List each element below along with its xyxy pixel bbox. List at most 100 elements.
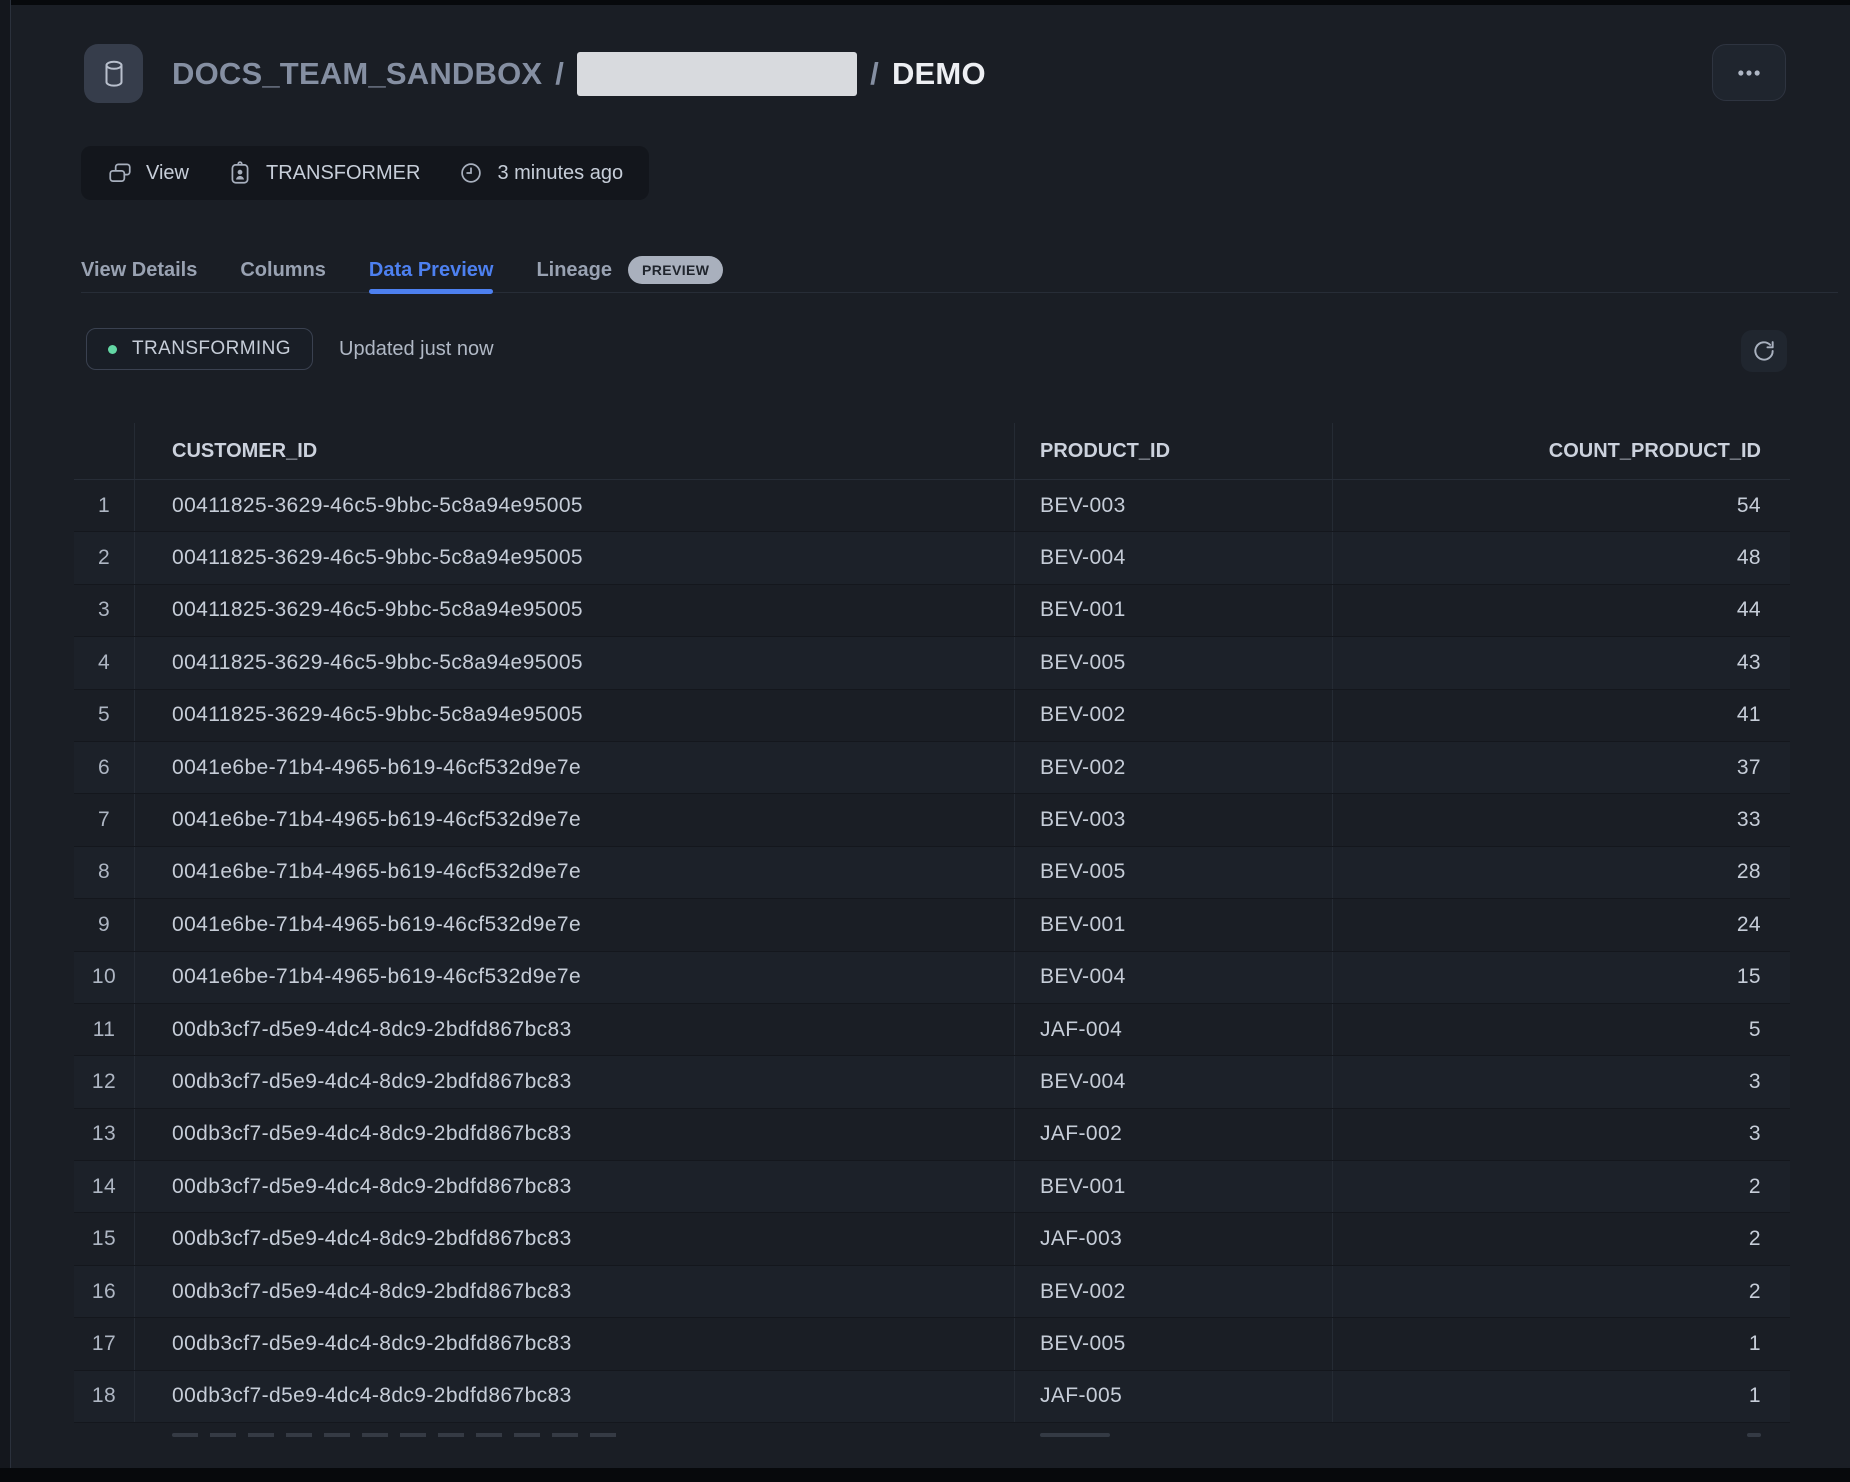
row-number-cell: 18 [74, 1371, 135, 1422]
tab-data-preview[interactable]: Data Preview [369, 247, 494, 293]
tab-label: View Details [81, 259, 197, 282]
row-number-cell: 10 [74, 952, 135, 1003]
count-cell: 48 [1333, 532, 1790, 583]
refresh-icon [1751, 338, 1777, 364]
count-cell: 1 [1333, 1318, 1790, 1369]
table-row: 1600db3cf7-d5e9-4dc4-8dc9-2bdfd867bc83BE… [74, 1266, 1790, 1318]
count-cell: 28 [1333, 847, 1790, 898]
table-row: 1300db3cf7-d5e9-4dc4-8dc9-2bdfd867bc83JA… [74, 1109, 1790, 1161]
count-cell: 1 [1333, 1371, 1790, 1422]
clipped-text [1040, 1433, 1110, 1437]
redacted-schema-name [577, 52, 857, 96]
customer-id-cell: 00db3cf7-d5e9-4dc4-8dc9-2bdfd867bc83 [135, 1004, 1015, 1055]
table-row: 400411825-3629-46c5-9bbc-5c8a94e95005BEV… [74, 637, 1790, 689]
row-number-cell: 14 [74, 1161, 135, 1212]
count-cell: 43 [1333, 637, 1790, 688]
table-row: 100041e6be-71b4-4965-b619-46cf532d9e7eBE… [74, 952, 1790, 1004]
id-badge-icon [227, 160, 253, 186]
column-header-customer-id[interactable]: CUSTOMER_ID [135, 423, 1015, 479]
count-cell: 3 [1333, 1056, 1790, 1107]
count-cell: 44 [1333, 585, 1790, 636]
tab-bar: View Details Columns Data Preview Lineag… [81, 240, 1838, 293]
product-id-cell: BEV-005 [1015, 847, 1333, 898]
count-cell: 15 [1333, 952, 1790, 1003]
product-id-cell: BEV-001 [1015, 1161, 1333, 1212]
breadcrumb-separator: / [555, 56, 564, 92]
breadcrumb: DOCS_TEAM_SANDBOX / / DEMO [172, 52, 986, 96]
row-number-header [74, 423, 135, 479]
customer-id-cell: 00db3cf7-d5e9-4dc4-8dc9-2bdfd867bc83 [135, 1161, 1015, 1212]
table-row: 1100db3cf7-d5e9-4dc4-8dc9-2bdfd867bc83JA… [74, 1004, 1790, 1056]
column-header-product-id[interactable]: PRODUCT_ID [1015, 423, 1333, 479]
table-row: 90041e6be-71b4-4965-b619-46cf532d9e7eBEV… [74, 899, 1790, 951]
breadcrumb-separator: / [870, 56, 879, 92]
object-age-label: 3 minutes ago [497, 162, 623, 185]
product-id-cell: BEV-004 [1015, 1056, 1333, 1107]
product-id-cell: BEV-005 [1015, 1318, 1333, 1369]
table-row: 70041e6be-71b4-4965-b619-46cf532d9e7eBEV… [74, 794, 1790, 846]
clock-icon [458, 160, 484, 186]
row-number-cell: 13 [74, 1109, 135, 1160]
status-label: TRANSFORMING [132, 338, 291, 360]
customer-id-cell: 0041e6be-71b4-4965-b619-46cf532d9e7e [135, 794, 1015, 845]
count-cell: 2 [1333, 1266, 1790, 1317]
tab-label: Data Preview [369, 259, 494, 282]
customer-id-cell: 0041e6be-71b4-4965-b619-46cf532d9e7e [135, 899, 1015, 950]
layers-icon [107, 160, 133, 186]
table-row: 300411825-3629-46c5-9bbc-5c8a94e95005BEV… [74, 585, 1790, 637]
breadcrumb-object[interactable]: DEMO [892, 56, 986, 92]
customer-id-cell: 0041e6be-71b4-4965-b619-46cf532d9e7e [135, 952, 1015, 1003]
count-cell: 41 [1333, 690, 1790, 741]
database-icon [84, 44, 143, 103]
product-id-cell: BEV-001 [1015, 585, 1333, 636]
refresh-button[interactable] [1741, 330, 1787, 372]
tab-lineage[interactable]: Lineage PREVIEW [536, 247, 723, 293]
status-dot-icon [108, 345, 117, 354]
customer-id-cell: 00db3cf7-d5e9-4dc4-8dc9-2bdfd867bc83 [135, 1213, 1015, 1264]
row-number-cell: 5 [74, 690, 135, 741]
metadata-bar: View TRANSFORMER 3 minutes ago [81, 146, 649, 200]
object-role-label: TRANSFORMER [266, 162, 420, 185]
count-cell: 37 [1333, 742, 1790, 793]
clipped-text [172, 1433, 622, 1437]
customer-id-cell: 0041e6be-71b4-4965-b619-46cf532d9e7e [135, 847, 1015, 898]
clipped-row [74, 1423, 1790, 1447]
product-id-cell: BEV-005 [1015, 637, 1333, 688]
table-header-row: CUSTOMER_ID PRODUCT_ID COUNT_PRODUCT_ID [74, 423, 1790, 480]
tab-view-details[interactable]: View Details [81, 247, 197, 293]
table-row: 200411825-3629-46c5-9bbc-5c8a94e95005BEV… [74, 532, 1790, 584]
customer-id-cell: 00411825-3629-46c5-9bbc-5c8a94e95005 [135, 690, 1015, 741]
table-row: 500411825-3629-46c5-9bbc-5c8a94e95005BEV… [74, 690, 1790, 742]
row-number-cell: 1 [74, 480, 135, 531]
customer-id-cell: 00db3cf7-d5e9-4dc4-8dc9-2bdfd867bc83 [135, 1318, 1015, 1369]
preview-badge: PREVIEW [628, 256, 723, 284]
customer-id-cell: 00411825-3629-46c5-9bbc-5c8a94e95005 [135, 585, 1015, 636]
row-number-cell: 16 [74, 1266, 135, 1317]
column-header-count-product-id[interactable]: COUNT_PRODUCT_ID [1333, 423, 1790, 479]
row-number-cell: 8 [74, 847, 135, 898]
customer-id-cell: 00db3cf7-d5e9-4dc4-8dc9-2bdfd867bc83 [135, 1056, 1015, 1107]
object-age-chip: 3 minutes ago [458, 160, 623, 186]
product-id-cell: BEV-002 [1015, 742, 1333, 793]
row-number-cell: 15 [74, 1213, 135, 1264]
table-row: 1500db3cf7-d5e9-4dc4-8dc9-2bdfd867bc83JA… [74, 1213, 1790, 1265]
window-top-edge [0, 0, 1850, 5]
breadcrumb-database[interactable]: DOCS_TEAM_SANDBOX [172, 56, 542, 92]
table-row: 100411825-3629-46c5-9bbc-5c8a94e95005BEV… [74, 480, 1790, 532]
tab-label: Lineage [536, 259, 612, 282]
tab-columns[interactable]: Columns [240, 247, 326, 293]
count-cell: 54 [1333, 480, 1790, 531]
row-number-cell: 9 [74, 899, 135, 950]
product-id-cell: JAF-003 [1015, 1213, 1333, 1264]
count-cell: 5 [1333, 1004, 1790, 1055]
product-id-cell: BEV-003 [1015, 794, 1333, 845]
table-row: 1400db3cf7-d5e9-4dc4-8dc9-2bdfd867bc83BE… [74, 1161, 1790, 1213]
product-id-cell: JAF-005 [1015, 1371, 1333, 1422]
table-row: 1200db3cf7-d5e9-4dc4-8dc9-2bdfd867bc83BE… [74, 1056, 1790, 1108]
customer-id-cell: 00411825-3629-46c5-9bbc-5c8a94e95005 [135, 637, 1015, 688]
row-number-cell: 12 [74, 1056, 135, 1107]
table-row: 1800db3cf7-d5e9-4dc4-8dc9-2bdfd867bc83JA… [74, 1371, 1790, 1423]
more-options-button[interactable] [1712, 44, 1786, 101]
row-number-cell: 7 [74, 794, 135, 845]
table-row: 1700db3cf7-d5e9-4dc4-8dc9-2bdfd867bc83BE… [74, 1318, 1790, 1370]
